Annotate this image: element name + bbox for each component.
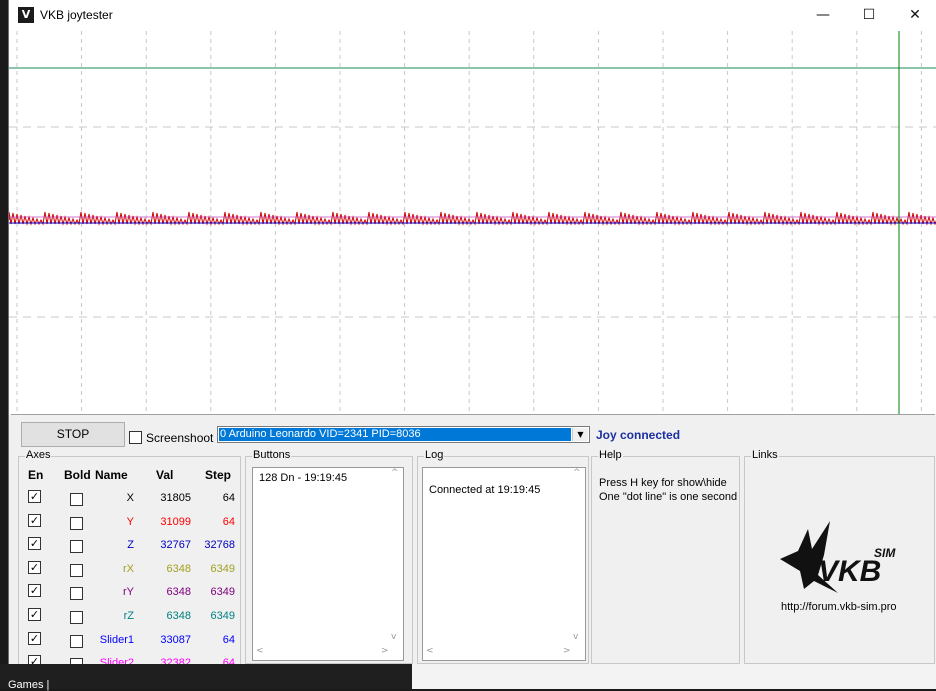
buttons-list[interactable]: 128 Dn - 19:19:45 ^ v < > (252, 467, 404, 661)
axis-step: 32768 (204, 539, 235, 552)
axis-enable-checkbox[interactable]: ✓ (28, 513, 41, 527)
axis-bold-checkbox[interactable] (70, 611, 83, 624)
axis-step: 64 (222, 492, 235, 504)
vkb-app-icon: V (18, 7, 34, 23)
window-title: VKB joytester (40, 8, 113, 22)
axis-enable-checkbox[interactable]: ✓ (28, 584, 41, 598)
axis-bold-checkbox[interactable] (70, 516, 83, 530)
axis-step: 6349 (210, 586, 235, 599)
axis-name: rY (123, 586, 134, 599)
plot-trace-x (9, 211, 936, 226)
axis-bold-checkbox[interactable] (70, 540, 83, 554)
horizontal-scrollbar[interactable]: < > (253, 646, 405, 660)
scroll-up-icon[interactable]: ^ (573, 468, 581, 478)
axes-group: Axes En Bold Name Val Step ✓ X 31805 64 ✓ Y 31… (18, 449, 242, 672)
axis-step: 64 (222, 633, 235, 646)
axis-row-slider1: ✓ Slider1 33087 64 (19, 629, 242, 651)
log-group-title: Log (424, 449, 445, 461)
scroll-left-icon[interactable]: < (426, 646, 434, 656)
scroll-right-icon[interactable]: > (381, 646, 389, 656)
screenshot-label: Screenshoot (146, 431, 214, 445)
axis-enable-checkbox[interactable]: ✓ (28, 631, 41, 645)
vkb-sim-logo: VKB SIM (780, 521, 896, 593)
axis-name: rZ (123, 610, 134, 622)
links-group: Links VKB SIM http://forum.vkb-sim.pro (744, 449, 935, 664)
dropdown-arrow-icon[interactable]: ▼ (572, 428, 588, 441)
axis-row-rz: ✓ rZ 6348 6349 (19, 605, 242, 627)
help-group: Help Press H key for show\hide One "dot … (591, 449, 740, 664)
scroll-down-icon[interactable]: v (391, 632, 396, 642)
axis-row-x: ✓ X 31805 64 (19, 487, 242, 509)
axis-row-z: ✓ Z 32767 32768 (19, 534, 242, 556)
axis-name: Slider1 (99, 633, 134, 646)
vertical-scrollbar[interactable]: ^ v (570, 468, 585, 648)
axis-row-y: ✓ Y 31099 64 (19, 511, 242, 533)
connection-status: Joy connected (596, 428, 681, 442)
buttons-group: Buttons 128 Dn - 19:19:45 ^ v < > (245, 449, 413, 664)
axis-value: 6348 (166, 562, 191, 575)
axes-header-step: Step (205, 468, 232, 482)
close-button[interactable]: ✕ (892, 0, 936, 31)
axes-header-bold: Bold (64, 468, 91, 482)
axes-header-val: Val (156, 468, 174, 482)
maximize-button[interactable]: ☐ (846, 0, 892, 31)
axis-bold-checkbox[interactable] (70, 563, 83, 577)
axis-bold-checkbox[interactable] (70, 634, 83, 648)
axis-step: 6349 (210, 610, 235, 622)
forum-link[interactable]: http://forum.vkb-sim.pro (781, 601, 897, 613)
help-text-line: One "dot line" is one second (599, 491, 738, 503)
axis-step: 64 (222, 515, 235, 528)
axis-enable-checkbox[interactable]: ✓ (28, 560, 41, 574)
control-panel: STOP Screenshoot 0 Arduino Leonardo VID=… (11, 414, 935, 672)
help-text-line: Press H key for show\hide (599, 477, 727, 489)
logo-text: VKB (818, 555, 881, 588)
title-bar[interactable]: V VKB joytester — ☐ ✕ (9, 0, 936, 31)
axis-name: rX (123, 562, 134, 575)
axis-value: 6348 (166, 586, 191, 599)
axis-enable-checkbox[interactable]: ✓ (28, 537, 41, 551)
list-item: Connected at 19:19:45 (429, 484, 541, 496)
axis-plot-area (9, 31, 936, 414)
axis-step: 6349 (210, 562, 235, 575)
minimize-button[interactable]: — (800, 0, 846, 31)
axis-name: X (126, 492, 134, 504)
list-item: 128 Dn - 19:19:45 (259, 472, 348, 484)
device-select[interactable]: 0 Arduino Leonardo VID=2341 PID=8036 ▼ (217, 426, 590, 443)
joytester-window: V VKB joytester — ☐ ✕ STOP Screenshoot 0… (8, 0, 936, 672)
logo-superscript: SIM (874, 546, 896, 560)
scroll-down-icon[interactable]: v (573, 632, 578, 642)
scroll-up-icon[interactable]: ^ (391, 468, 399, 478)
log-group: Log Connected at 19:19:45 ^ v < > (417, 449, 589, 664)
axis-row-rx: ✓ rX 6348 6349 (19, 558, 242, 580)
background-window (412, 664, 936, 689)
axis-value: 31805 (160, 492, 191, 504)
help-group-title: Help (598, 449, 623, 461)
axis-name: Y (126, 515, 134, 528)
log-list[interactable]: Connected at 19:19:45 ^ v < > (422, 467, 586, 661)
stop-button[interactable]: STOP (21, 422, 125, 447)
vertical-scrollbar[interactable]: ^ v (388, 468, 403, 648)
axis-enable-checkbox[interactable]: ✓ (28, 490, 41, 503)
axis-name: Z (127, 539, 134, 552)
axes-header-name: Name (95, 468, 128, 482)
axis-bold-checkbox[interactable] (70, 587, 83, 601)
axes-header-en: En (28, 468, 44, 482)
scroll-left-icon[interactable]: < (256, 646, 264, 656)
buttons-group-title: Buttons (252, 449, 292, 461)
screenshot-checkbox[interactable] (129, 431, 142, 444)
links-group-title: Links (751, 449, 779, 461)
background-games-tab: Games | (8, 679, 50, 691)
horizontal-scrollbar[interactable]: < > (423, 646, 587, 660)
axis-value: 33087 (160, 633, 191, 646)
axes-group-title: Axes (25, 449, 52, 461)
axis-enable-checkbox[interactable]: ✓ (28, 608, 41, 621)
scroll-right-icon[interactable]: > (563, 646, 571, 656)
axis-row-ry: ✓ rY 6348 6349 (19, 581, 242, 603)
axis-value: 32767 (160, 539, 191, 552)
axis-bold-checkbox[interactable] (70, 493, 83, 506)
device-selected-value: 0 Arduino Leonardo VID=2341 PID=8036 (219, 428, 571, 441)
axis-value: 31099 (160, 515, 191, 528)
axis-value: 6348 (166, 610, 191, 622)
